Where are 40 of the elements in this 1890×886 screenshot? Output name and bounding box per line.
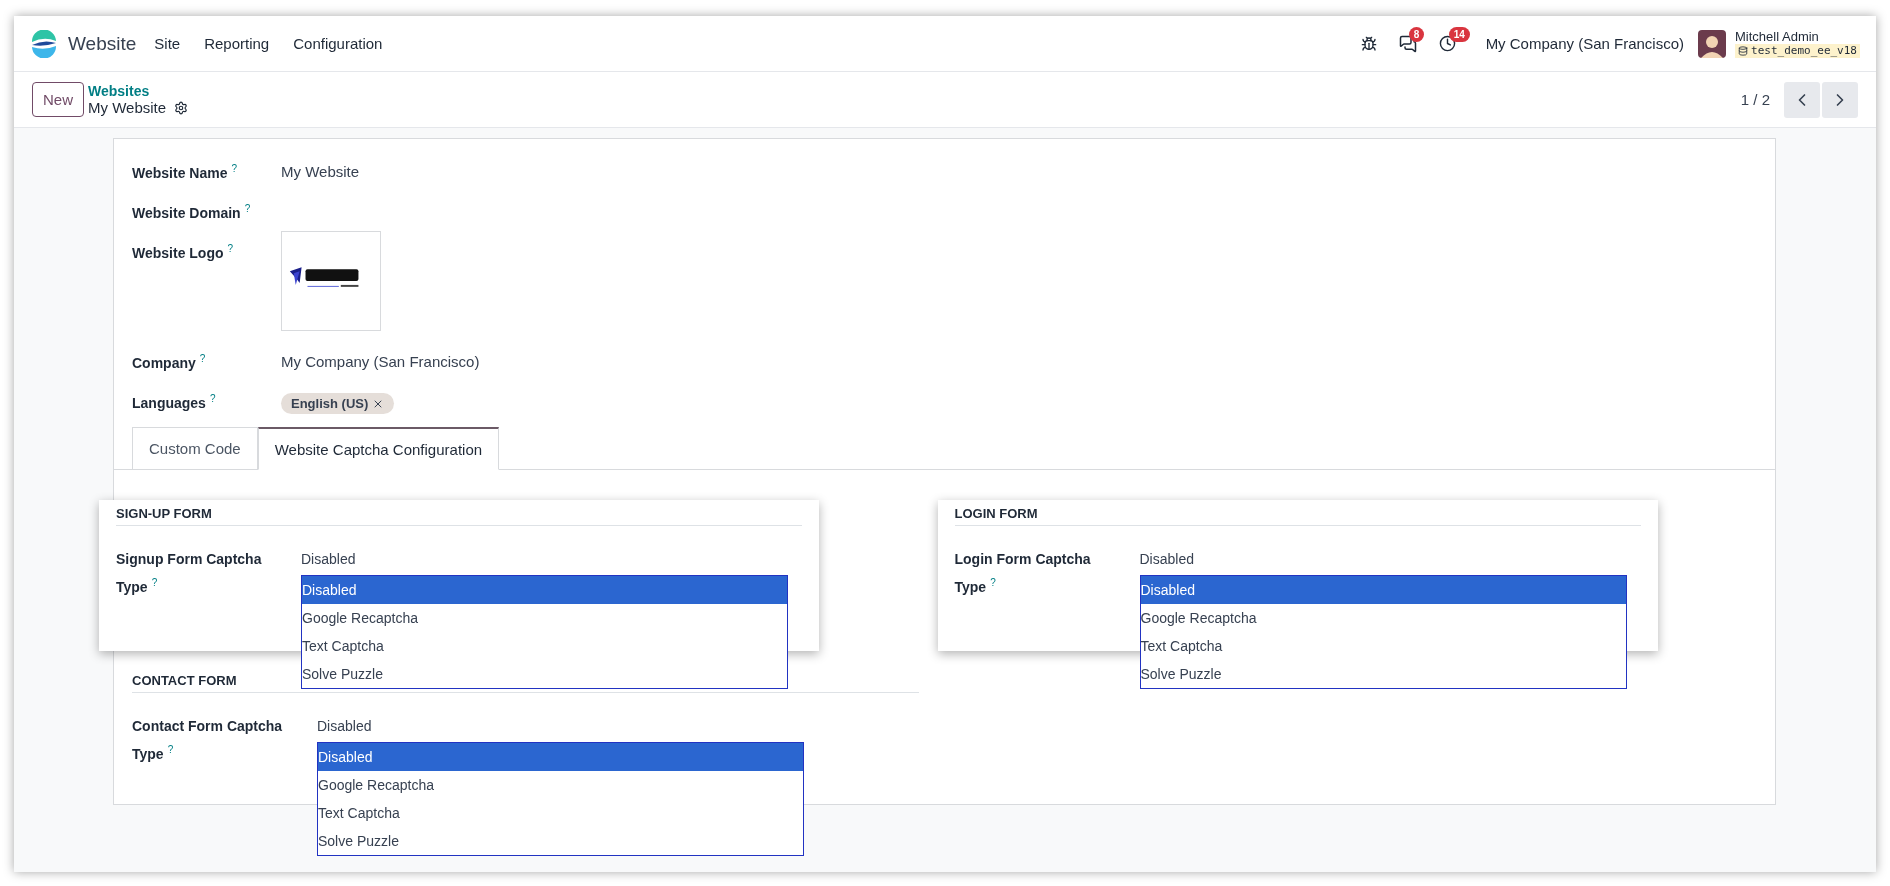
pager-counter[interactable]: 1 / 2 xyxy=(1740,91,1770,108)
field-label: Signup Form Captcha Type $^{?}$ xyxy=(116,550,263,597)
user-avatar[interactable] xyxy=(1698,29,1727,58)
field-label: Website Name $^{?}$ xyxy=(132,163,238,181)
bug-icon[interactable] xyxy=(1360,35,1377,52)
menu-item[interactable]: Reporting xyxy=(204,35,270,52)
app-name: Website xyxy=(68,32,137,55)
field-value[interactable]: My Company (San Francisco) xyxy=(281,353,480,370)
field-label: Login Form Captcha Type $^{?}$ xyxy=(954,550,1092,597)
dropdown-option[interactable]: Disabled xyxy=(302,576,787,604)
language-tag: English (US) xyxy=(281,393,395,414)
message-count-badge: 8 xyxy=(1408,26,1425,42)
menu-item[interactable]: Site xyxy=(154,35,181,52)
user-name[interactable]: Mitchell Admin xyxy=(1735,29,1860,44)
database-icon xyxy=(1738,45,1749,56)
select-field[interactable]: Disabled xyxy=(1139,551,1194,567)
activity-count-badge: 14 xyxy=(1448,27,1470,42)
field-label: Website Logo $^{?}$ xyxy=(132,243,235,261)
field-label: Company $^{?}$ xyxy=(132,353,207,371)
field-value[interactable]: My Website xyxy=(281,163,360,180)
clock-icon[interactable] xyxy=(1438,35,1456,52)
company-switcher[interactable]: My Company (San Francisco) xyxy=(1485,35,1685,52)
dropdown-option[interactable]: Disabled xyxy=(1140,576,1626,604)
field-label: Languages $^{?}$ xyxy=(132,393,217,411)
section-title: SIGN-UP FORM xyxy=(116,506,802,526)
select-field[interactable]: Disabled xyxy=(317,717,372,734)
settings-icon[interactable] xyxy=(174,100,189,115)
select-field[interactable]: Disabled xyxy=(301,551,356,567)
record-title: My Website xyxy=(88,98,167,117)
tab[interactable]: Custom Code xyxy=(132,427,258,470)
app-logo-icon xyxy=(30,29,58,58)
dropdown-option[interactable]: Disabled xyxy=(318,742,803,771)
new-button[interactable]: New xyxy=(32,82,84,117)
tab[interactable]: Website Captcha Configuration xyxy=(257,427,500,470)
field-label: Contact Form Captcha Type $^{?}$ xyxy=(132,716,284,764)
section-title: LOGIN FORM xyxy=(954,506,1641,526)
field-label: Website Domain $^{?}$ xyxy=(132,203,252,221)
database-name: test_demo_ee_v18 xyxy=(1735,43,1860,58)
menu-item[interactable]: Configuration xyxy=(293,35,383,52)
breadcrumb-link[interactable]: Websites xyxy=(88,82,189,99)
